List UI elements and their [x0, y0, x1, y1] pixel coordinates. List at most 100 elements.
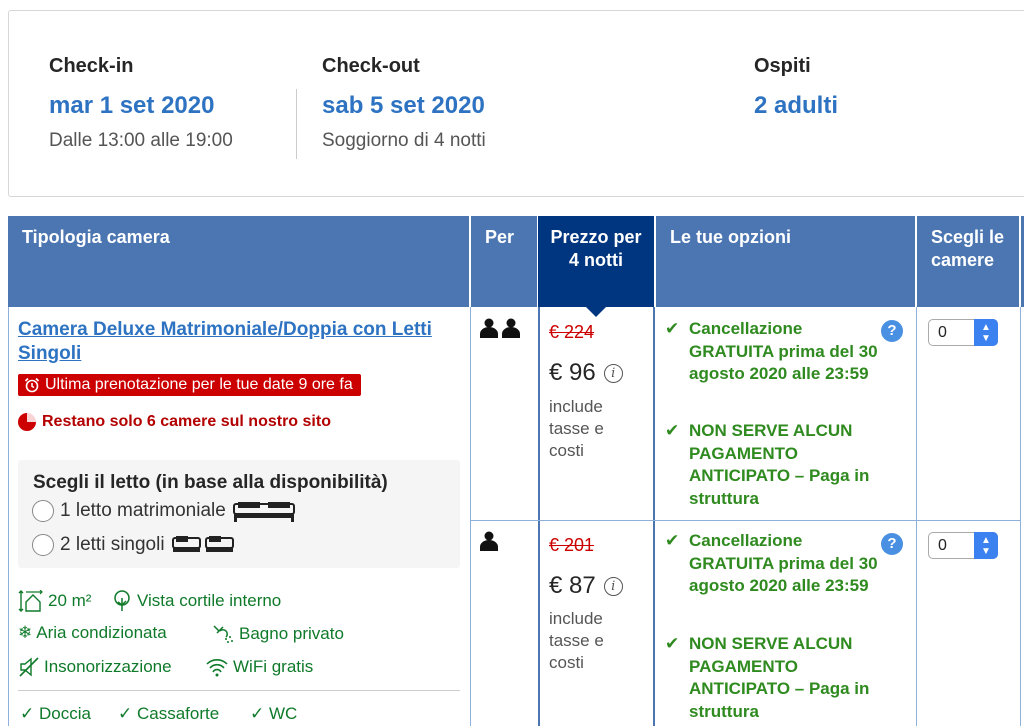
- check-icon: ✓: [250, 704, 269, 723]
- room-quantity-select[interactable]: 0 ▲ ▼: [928, 319, 998, 346]
- radio-double-bed[interactable]: [32, 500, 54, 522]
- help-icon[interactable]: ?: [881, 533, 903, 555]
- price-value: € 87: [549, 572, 596, 599]
- checkin-date[interactable]: mar 1 set 2020: [49, 92, 233, 120]
- facility-soundproof: Insonorizzazione: [18, 656, 172, 678]
- guests-label: Ospiti: [754, 55, 811, 77]
- cancellation-text: Cancellazione GRATUITA prima del 30 agos…: [689, 531, 878, 595]
- room-quantity-select[interactable]: 0 ▲ ▼: [928, 532, 998, 559]
- bed-option-double[interactable]: 1 letto matrimoniale: [32, 500, 296, 522]
- header-price: Prezzo per 4 notti: [538, 216, 654, 317]
- grid-line: [916, 307, 917, 726]
- two-persons-icon: [480, 318, 520, 338]
- bed-option-twin[interactable]: 2 letti singoli: [32, 534, 235, 556]
- info-icon[interactable]: i: [603, 576, 623, 596]
- header-choose-rooms: Scegli le camere: [917, 216, 1019, 307]
- check-icon: ✔: [665, 421, 680, 440]
- checkout-label: Check-out: [322, 55, 420, 77]
- header-price-label: Prezzo per 4 notti: [550, 227, 642, 270]
- payment-policy: ✔ NON SERVE ALCUN PAGAMENTO ANTICIPATO –…: [665, 633, 885, 723]
- header-room-type: Tipologia camera: [8, 216, 469, 307]
- radio-twin-beds[interactable]: [32, 534, 54, 556]
- header-persons: Per: [471, 216, 537, 307]
- stay-length: Soggiorno di 4 notti: [322, 130, 486, 151]
- urgency-badge: Ultima prenotazione per le tue date 9 or…: [18, 374, 361, 396]
- original-price: € 224: [549, 322, 595, 342]
- snowflake-icon: ❄: [18, 623, 33, 642]
- guests-value[interactable]: 2 adulti: [754, 92, 838, 120]
- facility-label: Insonorizzazione: [44, 657, 172, 676]
- include-shower: ✓ Doccia: [20, 704, 91, 724]
- availability-pie-icon: [18, 413, 36, 431]
- cancellation-policy: ✔ Cancellazione GRATUITA prima del 30 ag…: [665, 530, 885, 598]
- wifi-icon: [206, 659, 228, 677]
- grid-line: [470, 307, 471, 726]
- room-name-link[interactable]: Camera Deluxe Matrimoniale/Doppia con Le…: [18, 318, 438, 366]
- check-icon: ✔: [665, 634, 680, 653]
- cancellation-policy: ✔ Cancellazione GRATUITA prima del 30 ag…: [665, 318, 885, 386]
- include-label: Doccia: [38, 704, 91, 723]
- facility-label: Bagno privato: [239, 624, 344, 643]
- taxes-note: include tasse e costi: [549, 397, 604, 460]
- rooms-left-text: Restano solo 6 camere sul nostro sito: [42, 413, 331, 430]
- single-beds-icon: [171, 536, 234, 552]
- facility-ac: ❄ Aria condizionata: [18, 623, 167, 643]
- soundproof-icon: [19, 657, 39, 677]
- bed-option-label: 1 letto matrimoniale: [60, 500, 226, 521]
- facility-label: Aria condizionata: [36, 623, 167, 642]
- rooms-left-notice: Restano solo 6 camere sul nostro sito: [18, 413, 331, 431]
- include-label: Cassaforte: [136, 704, 220, 723]
- include-label: WC: [268, 704, 298, 723]
- booking-summary: Check-in mar 1 set 2020 Dalle 13:00 alle…: [8, 10, 1024, 197]
- cancellation-text: Cancellazione GRATUITA prima del 30 agos…: [689, 319, 878, 383]
- checkin-time: Dalle 13:00 alle 19:00: [49, 130, 233, 151]
- check-icon: ✔: [665, 319, 680, 338]
- facility-label: 20 m²: [48, 591, 92, 610]
- checkout-date[interactable]: sab 5 set 2020: [322, 92, 486, 120]
- payment-policy: ✔ NON SERVE ALCUN PAGAMENTO ANTICIPATO –…: [665, 420, 885, 510]
- grid-line: [8, 307, 9, 726]
- payment-text: NON SERVE ALCUN PAGAMENTO ANTICIPATO – P…: [689, 634, 870, 721]
- shower-icon: [213, 625, 233, 643]
- original-price: € 201: [549, 535, 595, 555]
- facility-wifi: WiFi gratis: [205, 656, 313, 678]
- discounted-price: € 96 i: [549, 359, 623, 387]
- tree-icon: [114, 590, 130, 611]
- facility-size: 20 m²: [18, 590, 91, 612]
- facilities-divider: [18, 690, 460, 691]
- summary-divider: [296, 89, 297, 159]
- occupancy-one-person: [479, 531, 499, 556]
- discounted-price: € 87 i: [549, 572, 623, 600]
- checkin-column: Check-in mar 1 set 2020 Dalle 13:00 alle…: [49, 55, 233, 152]
- facility-view: Vista cortile interno: [111, 590, 281, 612]
- taxes-note: include tasse e costi: [549, 609, 604, 672]
- selected-quantity: 0: [938, 537, 947, 554]
- alarm-clock-icon: [24, 377, 40, 393]
- selected-quantity: 0: [938, 324, 947, 341]
- double-bed-icon: [232, 502, 295, 522]
- facility-label: WiFi gratis: [233, 657, 314, 676]
- bed-choice-title: Scegli il letto (in base alla disponibil…: [33, 472, 388, 493]
- include-wc: ✓ WC: [250, 704, 297, 724]
- one-person-icon: [480, 531, 498, 551]
- urgency-text: Ultima prenotazione per le tue date 9 or…: [45, 376, 353, 393]
- grid-line: [1020, 307, 1021, 726]
- chevron-updown-icon[interactable]: ▲ ▼: [974, 532, 998, 559]
- help-icon[interactable]: ?: [881, 320, 903, 342]
- payment-text: NON SERVE ALCUN PAGAMENTO ANTICIPATO – P…: [689, 421, 870, 508]
- guests-column: Ospiti 2 adulti: [754, 55, 838, 120]
- checkout-column: Check-out sab 5 set 2020 Soggiorno di 4 …: [322, 55, 486, 152]
- chevron-updown-icon[interactable]: ▲ ▼: [974, 319, 998, 346]
- check-icon: ✓: [20, 704, 39, 723]
- checkin-label: Check-in: [49, 55, 134, 77]
- header-options: Le tue opzioni: [656, 216, 915, 307]
- info-icon[interactable]: i: [603, 363, 623, 383]
- check-icon: ✔: [665, 531, 680, 550]
- bed-option-label: 2 letti singoli: [60, 534, 165, 555]
- include-safe: ✓ Cassaforte: [118, 704, 219, 724]
- occupancy-two-persons: [479, 318, 523, 343]
- room-size-icon: [18, 590, 43, 612]
- rate-separator: [471, 520, 1021, 521]
- check-icon: ✓: [118, 704, 137, 723]
- facility-label: Vista cortile interno: [137, 591, 282, 610]
